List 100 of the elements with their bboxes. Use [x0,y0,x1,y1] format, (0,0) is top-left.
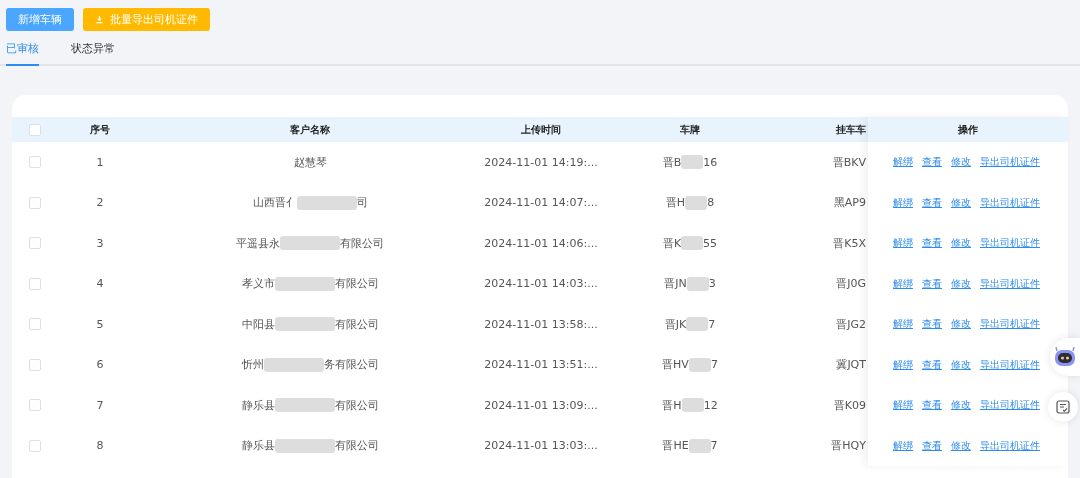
action-link[interactable]: 修改 [951,236,971,251]
redaction-block [688,438,711,453]
redaction-block [686,317,709,332]
action-link[interactable]: 解绑 [893,236,913,251]
table-cell: 有限公司 [334,316,379,332]
table-cell: 7 [710,439,718,453]
column-header: 车牌 [680,122,700,137]
action-link[interactable]: 查看 [922,357,942,372]
table-cell: 8 [707,196,715,210]
redaction-block [688,357,711,372]
tab[interactable]: 已审核 [6,39,39,66]
row-checkbox[interactable] [29,439,41,452]
action-link[interactable]: 修改 [951,195,971,210]
action-link[interactable]: 解绑 [893,155,913,170]
table-cell: 晋J0G [836,276,866,292]
table-cell: 16 [703,155,718,169]
tab[interactable]: 状态异常 [71,39,115,66]
redaction-block [681,155,704,170]
checklist-icon [1056,400,1070,414]
redaction-block [274,317,335,332]
table-cell: 有限公司 [340,235,384,251]
row-checkbox[interactable] [29,399,41,412]
action-link[interactable]: 查看 [922,438,942,453]
table-cell: 3 [708,277,716,291]
redaction-block [280,236,340,251]
redaction-block [274,438,335,453]
table-cell: 2024-11-01 14:19:... [484,155,598,169]
column-header: 挂车车 [836,122,866,137]
table-cell: 2 [96,196,104,210]
action-link[interactable]: 查看 [922,276,942,291]
add-button[interactable]: 新增车辆 [6,8,74,31]
table-cell: 晋JK [664,316,687,332]
action-link[interactable]: 修改 [951,155,971,170]
table-cell: 8 [96,439,104,453]
table-cell: 有限公司 [334,438,379,454]
table-cell: 1 [96,155,104,169]
table-cell: 7 [96,398,104,412]
table-cell: 晋H [662,397,682,413]
action-link[interactable]: 导出司机证件 [980,398,1040,413]
table-cell: 2024-11-01 14:07:... [484,196,598,210]
table-cell: 司 [356,195,368,211]
action-link[interactable]: 导出司机证件 [980,317,1040,332]
column-header: 序号 [90,122,110,137]
row-checkbox[interactable] [29,318,41,331]
table-cell: 晋H [665,195,686,211]
table-cell: 有限公司 [334,397,379,413]
action-link[interactable]: 查看 [922,317,942,332]
action-link[interactable]: 解绑 [893,357,913,372]
action-link[interactable]: 修改 [951,438,971,453]
action-link[interactable]: 修改 [951,357,971,372]
redaction-block [681,236,704,251]
action-link[interactable]: 修改 [951,276,971,291]
action-link[interactable]: 查看 [922,195,942,210]
row-checkbox[interactable] [29,358,41,371]
action-link[interactable]: 修改 [951,317,971,332]
table-cell: 务有限公司 [323,357,379,373]
column-header: 客户名称 [290,122,330,137]
table-cell: 6 [96,358,104,372]
action-link[interactable]: 导出司机证件 [980,357,1040,372]
table-cell: 7 [708,317,716,331]
row-checkbox[interactable] [29,156,41,169]
row-checkbox[interactable] [29,277,41,290]
redaction-block [681,398,704,413]
select-all-checkbox[interactable] [29,123,41,136]
action-link[interactable]: 解绑 [893,438,913,453]
table-cell: 黑AP9 [833,195,866,211]
table-cell: 晋K [662,235,682,251]
redaction-block [274,276,335,291]
action-link[interactable]: 导出司机证件 [980,195,1040,210]
action-link[interactable]: 查看 [922,236,942,251]
table-cell: 3 [96,236,104,250]
action-link[interactable]: 导出司机证件 [980,276,1040,291]
table-cell: 孝义市 [241,276,275,292]
action-link[interactable]: 查看 [922,398,942,413]
table-cell: 晋HQY [831,438,866,454]
table-cell: 山西晋亻 [252,195,297,211]
table-cell: 晋B [662,154,682,170]
action-link[interactable]: 导出司机证件 [980,155,1040,170]
redaction-block [274,398,335,413]
action-link[interactable]: 解绑 [893,317,913,332]
checklist-button[interactable] [1048,392,1078,422]
table-cell: 5 [96,317,104,331]
table-cell: 静乐县 [241,397,275,413]
action-link[interactable]: 导出司机证件 [980,438,1040,453]
table-cell: 55 [703,236,718,250]
row-checkbox[interactable] [29,237,41,250]
table-cell: 4 [96,277,104,291]
redaction-block [685,195,708,210]
table-cell: 晋K09 [833,397,866,413]
row-checkbox[interactable] [29,196,41,209]
action-link[interactable]: 查看 [922,155,942,170]
table-cell: 晋HE [662,438,689,454]
table-cell: 中阳县 [241,316,275,332]
action-link[interactable]: 解绑 [893,195,913,210]
table-cell: 2024-11-01 13:51:... [484,358,598,372]
action-link[interactable]: 导出司机证件 [980,236,1040,251]
action-link[interactable]: 解绑 [893,398,913,413]
table-cell: 2024-11-01 13:58:... [484,317,598,331]
action-link[interactable]: 解绑 [893,276,913,291]
action-link[interactable]: 修改 [951,398,971,413]
